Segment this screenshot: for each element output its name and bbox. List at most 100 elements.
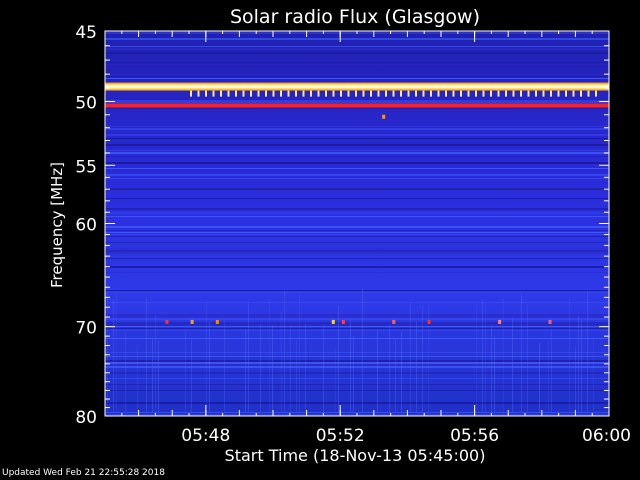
spectrogram-speckle: [527, 304, 528, 412]
spectrogram-speckle: [107, 291, 108, 412]
band-tick: [587, 90, 590, 97]
band-tick: [490, 90, 492, 97]
spectrogram-stripe: [105, 266, 609, 268]
band-tick: [272, 90, 275, 97]
spectrogram-speckle: [323, 324, 324, 412]
spectrogram-speckle: [395, 339, 396, 412]
spectrogram-stripe: [105, 364, 609, 366]
spectrogram-speckle: [389, 325, 390, 412]
y-tick-label: 60: [75, 216, 97, 236]
spectrogram-stripe: [105, 258, 609, 259]
spectrogram-speckle: [521, 294, 522, 412]
band-tick: [527, 90, 530, 97]
spectrogram-speckle: [410, 301, 411, 412]
emission-speck: [215, 319, 219, 324]
band-tick: [505, 90, 507, 97]
spectrogram-stripe: [105, 234, 609, 235]
emission-speck: [427, 319, 431, 324]
spectrogram-speckle: [422, 305, 423, 412]
spectrogram-stripe: [105, 356, 609, 357]
spectrogram-stripe: [105, 316, 609, 318]
spectrogram-speckle: [551, 329, 552, 412]
band-tick: [227, 90, 230, 97]
y-tick-label: 80: [75, 408, 97, 428]
spectrogram-speckle: [548, 340, 549, 412]
band-tick: [250, 90, 252, 97]
spectrogram-stripe: [105, 150, 609, 151]
spectrogram-stripe: [105, 62, 609, 63]
band-tick: [565, 90, 567, 97]
spectrogram-stripe: [105, 178, 609, 179]
spectrogram-stripe: [105, 102, 609, 103]
spectrogram-speckle: [581, 319, 582, 412]
spectrogram-stripe: [105, 212, 609, 214]
y-axis-label: Frequency [MHz]: [48, 162, 66, 288]
band-tick: [475, 90, 477, 97]
spectrogram-stripe: [105, 230, 609, 231]
band-tick: [430, 90, 432, 97]
spectrogram-stripe: [105, 378, 609, 379]
spectrogram-stripe: [105, 38, 609, 40]
spectrogram-stripe: [105, 322, 609, 324]
spectrogram-stripe: [105, 144, 609, 146]
spectrogram-speckle: [539, 343, 540, 412]
band-tick: [512, 90, 515, 97]
band-tick: [235, 90, 237, 97]
band-tick: [265, 90, 267, 97]
band-tick: [377, 90, 380, 97]
spectrogram-speckle: [494, 336, 495, 412]
spectrogram-stripe: [105, 152, 609, 154]
spectrogram-speckle: [113, 299, 114, 412]
spectrogram-stripe: [105, 162, 609, 164]
band-tick: [550, 90, 552, 97]
band-tick: [257, 90, 260, 97]
band-tick: [347, 90, 350, 97]
spectrogram-speckle: [575, 347, 576, 412]
band-tick: [295, 90, 297, 97]
band-tick: [467, 90, 470, 97]
x-tick-label: 05:56: [450, 426, 499, 446]
band-tick: [212, 90, 215, 97]
band-tick: [595, 90, 597, 97]
band-tick: [580, 90, 582, 97]
y-tick-label: 70: [75, 319, 97, 339]
spectrogram-stripe: [105, 366, 609, 368]
emission-speck: [165, 319, 169, 324]
spectrogram-stripe: [105, 188, 609, 190]
spectrogram-stripe: [105, 128, 609, 130]
spectrogram-stripe: [105, 326, 609, 327]
band-tick: [535, 90, 537, 97]
band-tick: [325, 90, 327, 97]
chart-title: Solar radio Flux (Glasgow): [230, 6, 480, 28]
spectrogram-chart: Solar radio Flux (Glasgow) 455055607080 …: [48, 6, 631, 465]
spectrogram-speckle: [587, 291, 588, 412]
spectrogram-stripe: [105, 324, 609, 326]
spectrogram-stripe: [105, 216, 609, 217]
spectrogram-speckle: [284, 290, 285, 412]
spectrogram-stripe: [105, 252, 609, 254]
spectrogram-speckle: [146, 297, 147, 412]
band-tick: [355, 90, 357, 97]
band-tick: [497, 90, 500, 97]
spectrogram-stripe: [105, 64, 609, 65]
spectrogram-stripe: [105, 208, 609, 210]
spectrogram-speckle: [290, 325, 291, 412]
spectrogram-speckle: [137, 346, 138, 412]
spectrogram-speckle: [224, 321, 225, 412]
spectrogram-stripe: [105, 138, 609, 139]
spectrogram-speckle: [350, 319, 351, 412]
band-tick: [407, 90, 410, 97]
spectrogram-stripe: [105, 318, 609, 320]
spectrogram-speckle: [185, 330, 186, 412]
spectrogram-speckle: [578, 315, 579, 412]
band-tick: [452, 90, 455, 97]
spectrogram-speckle: [245, 329, 246, 412]
band-tick: [520, 90, 522, 97]
spectrogram-speckle: [593, 337, 594, 412]
spectrogram-speckle: [491, 324, 492, 412]
spectrogram-speckle: [209, 321, 210, 412]
spectrogram-speckle: [281, 311, 282, 412]
spectrogram-stripe: [105, 134, 609, 136]
band-tick: [317, 90, 320, 97]
spectrogram-stripe: [105, 242, 609, 243]
